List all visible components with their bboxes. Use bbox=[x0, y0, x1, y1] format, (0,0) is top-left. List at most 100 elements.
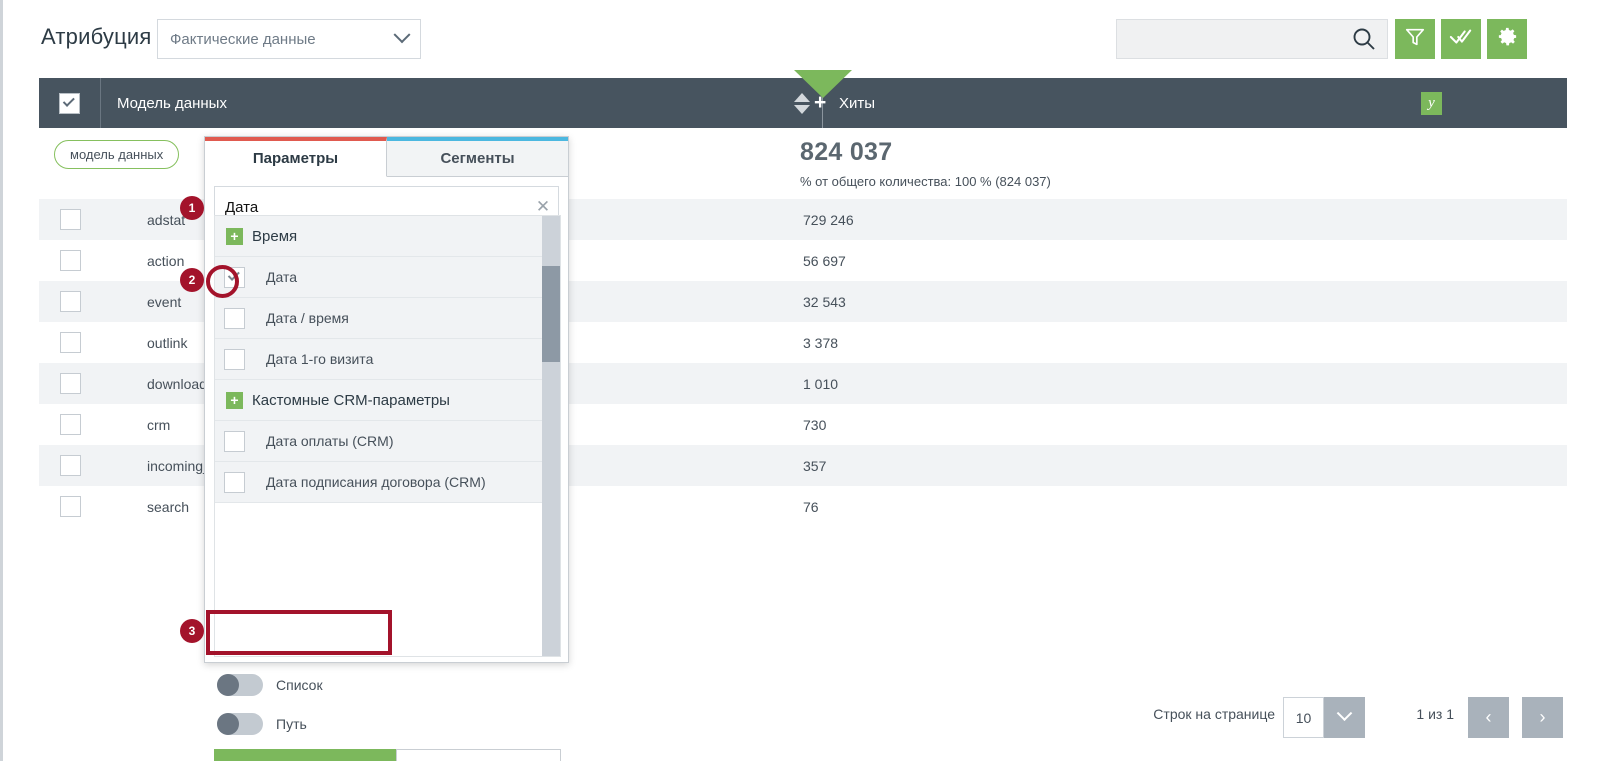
parameter-item-label: Дата / время bbox=[266, 310, 349, 326]
summary-percent: % от общего количества: 100 % (824 037) bbox=[800, 174, 1051, 189]
parameter-list[interactable]: + Время Дата Дата / время Дата 1-го визита + К… bbox=[214, 215, 561, 657]
top-toolbar: Атрибуция Фактические данные bbox=[3, 0, 1607, 72]
parameter-item[interactable]: Дата 1-го визита bbox=[215, 339, 544, 380]
expand-icon[interactable]: + bbox=[226, 391, 243, 409]
checkbox-box bbox=[59, 414, 81, 435]
parameter-checkbox[interactable] bbox=[224, 430, 245, 452]
row-metric-value: 56 697 bbox=[803, 252, 846, 269]
list-scrollbar-thumb[interactable] bbox=[542, 266, 560, 362]
row-metric-value: 76 bbox=[803, 498, 819, 515]
tab-segments[interactable]: Сегменты bbox=[387, 137, 568, 177]
tab-segments-label: Сегменты bbox=[440, 150, 515, 167]
row-checkbox[interactable] bbox=[39, 496, 101, 517]
rows-per-page-select[interactable]: 10 bbox=[1283, 697, 1365, 738]
parameter-checkbox[interactable] bbox=[224, 348, 245, 370]
checkbox-box bbox=[59, 250, 81, 271]
row-checkbox[interactable] bbox=[39, 373, 101, 394]
parameter-item-label: Дата подписания договора (CRM) bbox=[266, 474, 486, 490]
summary-total: 824 037 bbox=[800, 138, 893, 166]
column-header-metric[interactable]: + Хиты bbox=[794, 70, 1567, 128]
select-all-button[interactable] bbox=[1441, 19, 1481, 59]
plus-icon: + bbox=[814, 91, 827, 114]
checkbox-box bbox=[59, 373, 81, 394]
dimension-chip-label: модель данных bbox=[70, 147, 164, 162]
chevron-down-icon bbox=[1336, 705, 1353, 722]
tab-parameters-label: Параметры bbox=[252, 150, 339, 167]
checkbox-box bbox=[59, 291, 81, 312]
parameter-item-label: Дата 1-го визита bbox=[266, 351, 374, 367]
parameter-item-label: Дата оплаты (CRM) bbox=[266, 433, 394, 449]
checkbox-box bbox=[59, 496, 81, 517]
gear-icon bbox=[1496, 25, 1519, 53]
column-header-dimension[interactable]: Модель данных bbox=[101, 95, 782, 112]
row-metric-value: 3 378 bbox=[803, 334, 839, 351]
parameter-checkbox[interactable] bbox=[224, 307, 245, 329]
rows-per-page-label: Строк на странице bbox=[1153, 706, 1275, 722]
pagination-bar: Строк на странице 10 1 из 1 ‹ › bbox=[3, 694, 1607, 742]
rows-per-page-dropdown-button[interactable] bbox=[1324, 697, 1365, 738]
parameter-item[interactable]: Дата / время bbox=[215, 298, 544, 339]
cancel-button[interactable]: Отмена bbox=[396, 749, 561, 761]
toggle-list-label: Список bbox=[276, 676, 323, 693]
apply-button[interactable]: Применить bbox=[214, 749, 396, 761]
row-checkbox[interactable] bbox=[39, 455, 101, 476]
toggle-knob bbox=[217, 673, 239, 696]
row-metric-value: 729 246 bbox=[803, 211, 854, 228]
chevron-left-icon: ‹ bbox=[1485, 707, 1492, 727]
dimension-chip[interactable]: модель данных bbox=[54, 140, 180, 169]
attribution-select[interactable]: Фактические данные bbox=[157, 19, 421, 59]
tab-parameters[interactable]: Параметры bbox=[205, 137, 387, 177]
row-checkbox[interactable] bbox=[39, 414, 101, 435]
search-box[interactable] bbox=[1116, 19, 1388, 59]
annotation-badge-2: 2 bbox=[180, 268, 204, 292]
toggle-list[interactable] bbox=[217, 673, 263, 696]
row-metric-value: 730 bbox=[803, 416, 827, 433]
parameter-group-header[interactable]: + Кастомные CRM-параметры bbox=[215, 380, 544, 421]
row-checkbox[interactable] bbox=[39, 291, 101, 312]
annotation-badge-3: 3 bbox=[180, 619, 204, 643]
filter-button[interactable] bbox=[1395, 19, 1435, 59]
annotation-badge-1: 1 bbox=[180, 196, 204, 220]
parameter-group-label: Кастомные CRM-параметры bbox=[252, 391, 450, 409]
parameter-group-header[interactable]: + Время bbox=[215, 216, 544, 257]
add-metric-badge[interactable]: + bbox=[794, 70, 852, 113]
row-checkbox[interactable] bbox=[39, 250, 101, 271]
previous-page-button[interactable]: ‹ bbox=[1468, 697, 1509, 738]
checkbox-box bbox=[59, 209, 81, 230]
sort-descending-icon bbox=[794, 104, 810, 114]
filter-icon bbox=[1404, 26, 1426, 53]
attribution-label: Атрибуция bbox=[41, 24, 152, 49]
double-check-icon bbox=[1449, 25, 1473, 54]
parameter-checkbox[interactable] bbox=[224, 471, 245, 493]
dimension-picker-panel: Параметры Сегменты Дата ✕ + Время Дата Дата… bbox=[204, 136, 569, 761]
attribution-selected-value: Фактические данные bbox=[170, 30, 316, 48]
search-input[interactable] bbox=[1117, 30, 1351, 48]
expand-icon[interactable]: + bbox=[226, 227, 243, 245]
close-icon[interactable]: ✕ bbox=[528, 197, 558, 217]
row-metric-value: 32 543 bbox=[803, 293, 846, 310]
panel-tabs: Параметры Сегменты bbox=[205, 137, 568, 177]
parameter-item[interactable]: Дата подписания договора (CRM) bbox=[215, 462, 544, 503]
panel-actions: Применить Отмена bbox=[214, 749, 561, 761]
brand-badge: у bbox=[1421, 92, 1442, 115]
panel-search-value: Дата bbox=[215, 199, 528, 224]
annotation-circle-checkbox bbox=[206, 265, 239, 298]
row-checkbox[interactable] bbox=[39, 209, 101, 230]
parameter-item[interactable]: Дата bbox=[215, 257, 544, 298]
row-checkbox[interactable] bbox=[39, 332, 101, 353]
checkbox-box bbox=[59, 332, 81, 353]
parameter-item-label: Дата bbox=[266, 269, 298, 285]
annotation-rect-apply bbox=[206, 610, 392, 655]
checkbox-box bbox=[59, 455, 81, 476]
select-all-checkbox[interactable] bbox=[39, 78, 101, 128]
list-scrollbar[interactable] bbox=[542, 216, 560, 656]
chevron-right-icon: › bbox=[1539, 707, 1546, 727]
check-icon bbox=[62, 94, 75, 107]
next-page-button[interactable]: › bbox=[1522, 697, 1563, 738]
parameter-item[interactable]: Дата оплаты (CRM) bbox=[215, 421, 544, 462]
parameter-group-label: Время bbox=[252, 227, 298, 245]
settings-button[interactable] bbox=[1487, 19, 1527, 59]
search-icon[interactable] bbox=[1351, 26, 1377, 52]
app-root: Атрибуция Фактические данные Модель данн… bbox=[0, 0, 1607, 761]
row-metric-value: 357 bbox=[803, 457, 827, 474]
